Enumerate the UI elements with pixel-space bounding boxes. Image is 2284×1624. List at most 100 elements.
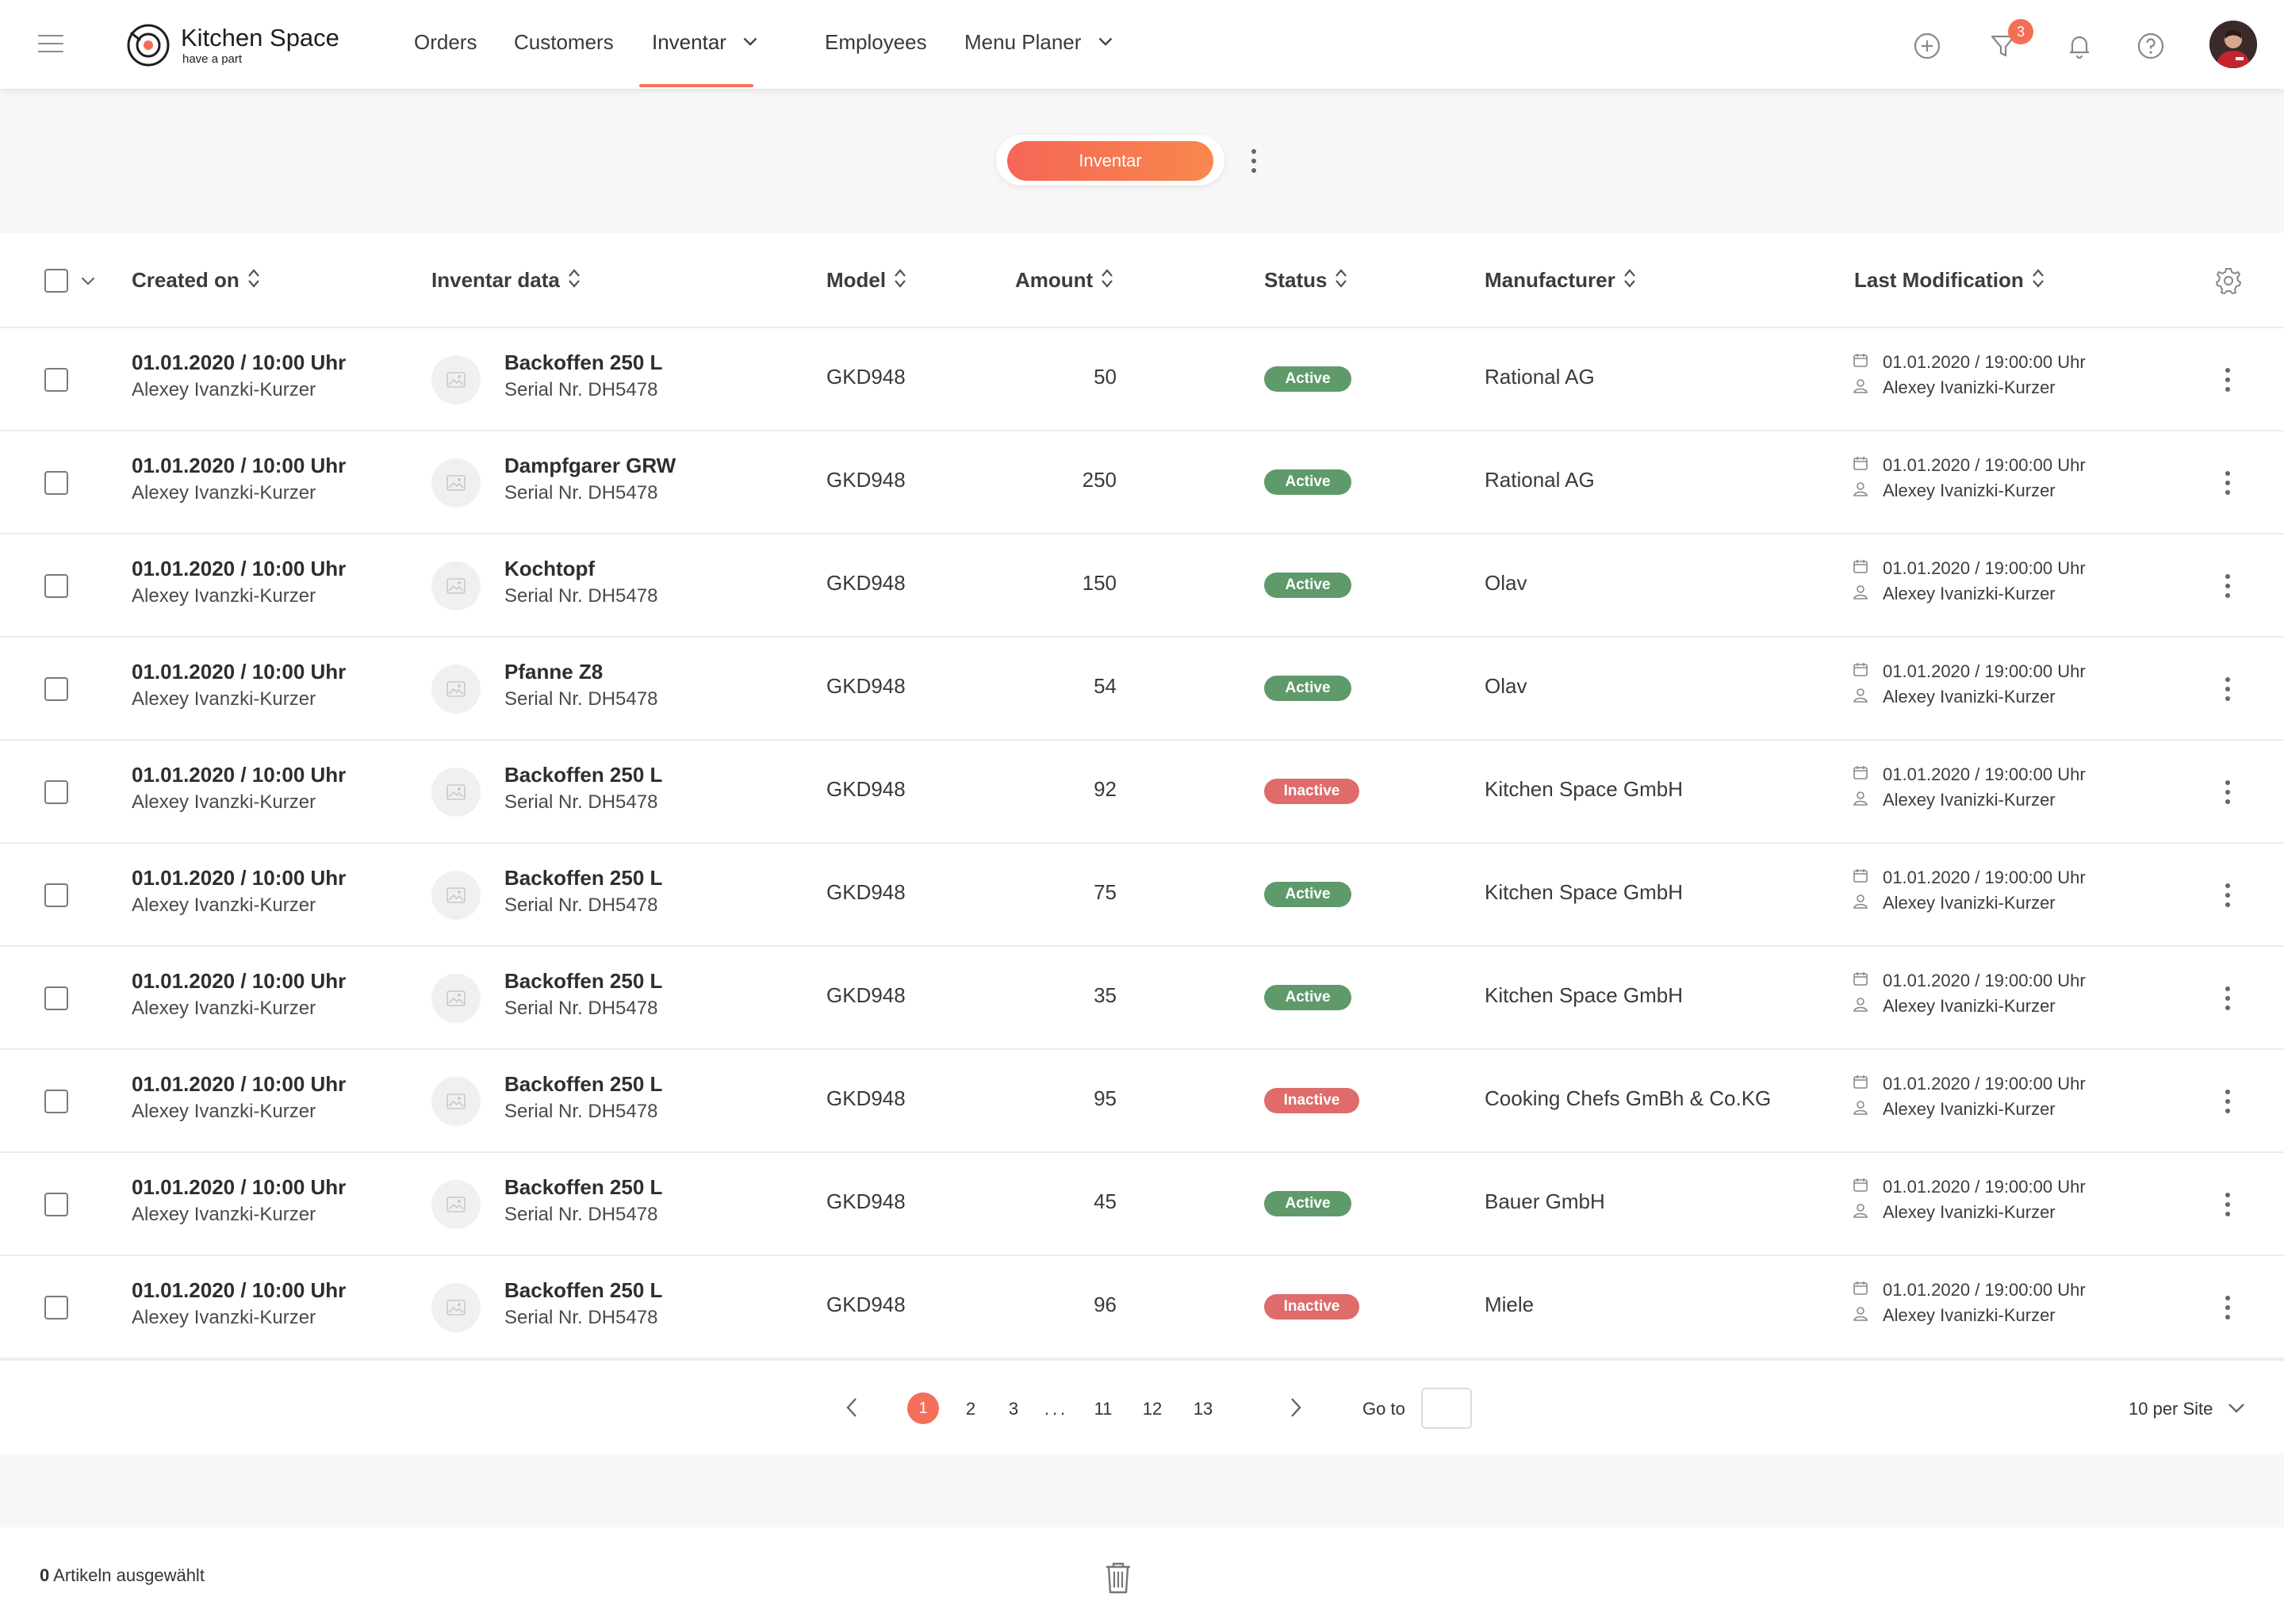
product-name[interactable]: Backoffen 250 L	[504, 350, 662, 375]
page-button-current[interactable]: 1	[907, 1392, 939, 1424]
product-serial: Serial Nr. DH5478	[504, 1101, 658, 1122]
column-header-status[interactable]: Status	[1264, 268, 1347, 293]
column-header-inventar-data[interactable]: Inventar data	[431, 268, 581, 293]
nav-item-label: Orders	[414, 30, 477, 54]
row-actions-icon[interactable]	[2224, 366, 2232, 393]
nav-item-orders[interactable]: Orders	[414, 30, 477, 59]
chevron-left-icon[interactable]	[845, 1397, 858, 1418]
product-image-placeholder	[431, 561, 481, 611]
product-name[interactable]: Backoffen 250 L	[504, 1072, 662, 1097]
row-actions-icon[interactable]	[2224, 573, 2232, 599]
image-placeholder-icon	[446, 372, 466, 388]
select-all-checkbox[interactable]	[44, 269, 68, 293]
product-name[interactable]: Backoffen 250 L	[504, 969, 662, 994]
created-by: Alexey Ivanzki-Kurzer	[132, 688, 316, 710]
status-badge: Active	[1264, 469, 1351, 495]
calendar-icon	[1853, 1177, 1868, 1197]
chevron-right-icon[interactable]	[1290, 1397, 1302, 1418]
avatar[interactable]	[2209, 21, 2257, 68]
top-bar: Kitchen Space have a part Orders Custome…	[0, 0, 2284, 89]
row-actions-icon[interactable]	[2224, 1294, 2232, 1321]
logo-name: Kitchen Space	[181, 24, 339, 52]
row-actions-icon[interactable]	[2224, 985, 2232, 1012]
row-actions-icon[interactable]	[2224, 1088, 2232, 1115]
nav-item-menu-planer[interactable]: Menu Planer	[964, 30, 1113, 59]
trash-icon[interactable]	[1104, 1561, 1132, 1594]
row-checkbox[interactable]	[44, 883, 68, 907]
page-button[interactable]: 12	[1140, 1399, 1164, 1419]
per-page-select[interactable]: 10 per Site	[2129, 1399, 2245, 1419]
page-button[interactable]: 3	[1004, 1399, 1023, 1419]
column-header-created-on[interactable]: Created on	[132, 268, 260, 293]
nav-item-customers[interactable]: Customers	[514, 30, 614, 59]
modified-by: Alexey Ivanizki-Kurzer	[1883, 584, 2056, 603]
product-serial: Serial Nr. DH5478	[504, 379, 658, 400]
page-button[interactable]: 11	[1091, 1399, 1115, 1419]
image-placeholder-icon	[446, 1197, 466, 1212]
help-icon[interactable]	[2136, 32, 2165, 60]
add-circle-icon[interactable]	[1913, 32, 1941, 60]
chevron-down-icon[interactable]	[81, 277, 95, 285]
row-checkbox[interactable]	[44, 986, 68, 1010]
column-header-amount[interactable]: Amount	[1015, 268, 1113, 293]
row-actions-icon[interactable]	[2224, 469, 2232, 496]
amount-value: 150	[1082, 571, 1117, 595]
column-header-last-modification[interactable]: Last Modification	[1854, 268, 2044, 293]
product-name[interactable]: Pfanne Z8	[504, 660, 603, 684]
row-checkbox[interactable]	[44, 1090, 68, 1113]
created-by: Alexey Ivanzki-Kurzer	[132, 379, 316, 400]
created-by: Alexey Ivanzki-Kurzer	[132, 1101, 316, 1122]
sort-icon	[1336, 269, 1347, 288]
user-icon	[1853, 996, 1868, 1016]
row-checkbox[interactable]	[44, 574, 68, 598]
page-button[interactable]: 13	[1191, 1399, 1215, 1419]
goto-page-input[interactable]	[1421, 1388, 1472, 1429]
row-actions-icon[interactable]	[2224, 779, 2232, 806]
menu-icon[interactable]	[38, 33, 63, 54]
product-name[interactable]: Kochtopf	[504, 557, 595, 581]
chevron-down-icon	[743, 37, 757, 46]
column-header-manufacturer[interactable]: Manufacturer	[1485, 268, 1636, 293]
row-checkbox[interactable]	[44, 1193, 68, 1216]
product-name[interactable]: Backoffen 250 L	[504, 866, 662, 891]
row-checkbox[interactable]	[44, 677, 68, 701]
product-name[interactable]: Backoffen 250 L	[504, 1175, 662, 1200]
row-actions-icon[interactable]	[2224, 1191, 2232, 1218]
sort-icon	[247, 269, 259, 288]
created-date: 01.01.2020 / 10:00 Uhr	[132, 866, 347, 890]
selected-label: Artikeln ausgewählt	[53, 1565, 205, 1585]
table-row: 01.01.2020 / 10:00 Uhr Alexey Ivanzki-Ku…	[0, 431, 2284, 534]
product-name[interactable]: Backoffen 250 L	[504, 1278, 662, 1303]
nav-item-employees[interactable]: Employees	[825, 30, 927, 59]
row-checkbox[interactable]	[44, 471, 68, 495]
product-name[interactable]: Dampfgarer GRW	[504, 454, 676, 478]
row-actions-icon[interactable]	[2224, 882, 2232, 909]
image-placeholder-icon	[446, 1300, 466, 1316]
product-name[interactable]: Backoffen 250 L	[504, 763, 662, 787]
amount-value: 50	[1094, 365, 1117, 389]
amount-value: 45	[1094, 1189, 1117, 1213]
row-checkbox[interactable]	[44, 1296, 68, 1320]
column-settings-gear-icon[interactable]	[2214, 266, 2243, 295]
row-actions-icon[interactable]	[2224, 676, 2232, 703]
page-button[interactable]: 2	[961, 1399, 980, 1419]
image-placeholder-icon	[446, 887, 466, 903]
product-image-placeholder	[431, 974, 481, 1023]
chevron-down-icon	[1098, 37, 1113, 46]
bell-icon[interactable]	[2065, 32, 2094, 60]
column-header-model[interactable]: Model	[826, 268, 906, 293]
row-checkbox[interactable]	[44, 780, 68, 804]
created-by: Alexey Ivanzki-Kurzer	[132, 1307, 316, 1328]
manufacturer-value: Rational AG	[1485, 365, 1595, 389]
app-logo[interactable]: Kitchen Space have a part	[125, 21, 355, 68]
inventar-primary-button[interactable]: Inventar	[1007, 141, 1213, 181]
nav-item-inventar[interactable]: Inventar	[652, 30, 757, 59]
nav-active-indicator	[639, 84, 753, 87]
calendar-icon	[1853, 352, 1868, 372]
more-options-icon[interactable]	[1250, 147, 1258, 174]
row-checkbox[interactable]	[44, 368, 68, 392]
status-badge: Inactive	[1264, 779, 1359, 804]
model-value: GKD948	[826, 777, 906, 801]
filter-count-badge: 3	[2008, 19, 2033, 44]
calendar-icon	[1853, 661, 1868, 681]
